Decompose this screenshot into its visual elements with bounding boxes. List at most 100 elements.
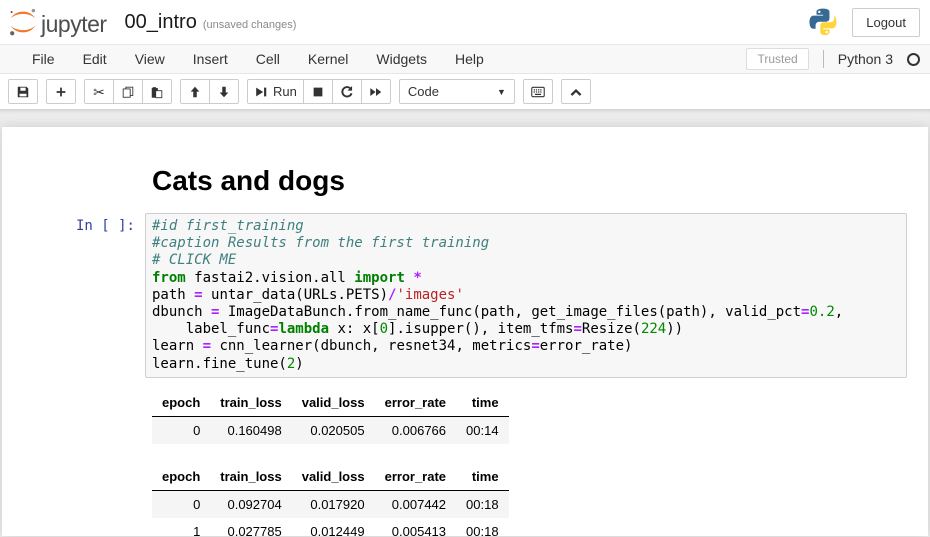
kernel-idle-icon (907, 53, 920, 66)
table-cell: 0.012449 (292, 518, 375, 536)
chevron-up-icon (569, 85, 583, 99)
cut-button[interactable]: ✂ (84, 79, 114, 104)
menu-item-view[interactable]: View (121, 45, 179, 73)
column-header: time (456, 464, 509, 491)
notebook-title[interactable]: 00_intro (125, 11, 197, 34)
code-line: learn = cnn_learner(dbunch, resnet34, me… (152, 338, 900, 355)
table-cell: 0.017920 (292, 490, 375, 518)
table-cell: 00:18 (456, 490, 509, 518)
table-cell: 0.092704 (210, 490, 291, 518)
markdown-cell[interactable]: Cats and dogs (2, 165, 928, 197)
logo-text: jupyter (41, 11, 107, 37)
jupyter-logo-icon (8, 7, 38, 37)
move-down-icon (217, 85, 231, 99)
table-cell: 0.006766 (375, 416, 456, 444)
code-area[interactable]: #id first_training#caption Results from … (152, 218, 900, 373)
menu-item-insert[interactable]: Insert (179, 45, 242, 73)
code-line: dbunch = ImageDataBunch.from_name_func(p… (152, 304, 900, 321)
table-cell: 0.005413 (375, 518, 456, 536)
column-header: epoch (152, 464, 210, 491)
input-prompt: In [ ]: (2, 213, 145, 378)
add-cell-icon (54, 85, 68, 99)
restart-run-all-button[interactable] (361, 79, 391, 104)
cut-icon: ✂ (93, 85, 105, 99)
menu-item-file[interactable]: File (18, 45, 69, 73)
move-up-button[interactable] (180, 79, 210, 104)
checkpoint-status: (unsaved changes) (203, 13, 297, 31)
code-line: learn.fine_tune(2) (152, 356, 900, 373)
save-button[interactable] (8, 79, 38, 104)
collapse-toolbar-button[interactable] (561, 79, 591, 104)
table-header-row: epochtrain_lossvalid_losserror_ratetime (152, 464, 509, 491)
chevron-down-icon: ▼ (497, 87, 506, 97)
command-palette-button[interactable] (523, 79, 553, 104)
code-line: label_func=lambda x: x[0].isupper(), ite… (152, 321, 900, 338)
code-line: path = untar_data(URLs.PETS)/'images' (152, 287, 900, 304)
table-row: 00.0927040.0179200.00744200:18 (152, 490, 509, 518)
move-up-icon (188, 85, 202, 99)
table-cell: 00:18 (456, 518, 509, 536)
menu-item-kernel[interactable]: Kernel (294, 45, 362, 73)
site-background: Cats and dogs In [ ]: #id first_training… (0, 109, 930, 536)
run-icon (254, 85, 268, 99)
table-header-row: epochtrain_lossvalid_losserror_ratetime (152, 390, 509, 417)
section-heading: Cats and dogs (145, 165, 928, 197)
code-line: #caption Results from the first training (152, 235, 900, 252)
table-cell: 0 (152, 490, 210, 518)
menu-item-edit[interactable]: Edit (69, 45, 121, 73)
table-cell: 0.007442 (375, 490, 456, 518)
copy-icon (121, 85, 135, 99)
restart-run-all-icon (369, 85, 383, 99)
table-cell: 0.160498 (210, 416, 291, 444)
table-cell: 0 (152, 416, 210, 444)
table-cell: 00:14 (456, 416, 509, 444)
stop-icon (311, 85, 325, 99)
code-line: #id first_training (152, 218, 900, 235)
move-down-button[interactable] (209, 79, 239, 104)
cell-type-select[interactable]: Code ▼ (399, 79, 515, 104)
jupyter-logo[interactable]: jupyter (8, 7, 107, 37)
restart-icon (340, 85, 354, 99)
column-header: valid_loss (292, 390, 375, 417)
table-row: 00.1604980.0205050.00676600:14 (152, 416, 509, 444)
output-area: epochtrain_lossvalid_losserror_ratetime0… (2, 390, 928, 536)
column-header: error_rate (375, 464, 456, 491)
code-cell[interactable]: In [ ]: #id first_training#caption Resul… (2, 213, 928, 378)
menu-divider (823, 50, 824, 68)
menubar: FileEditViewInsertCellKernelWidgetsHelp … (0, 44, 930, 74)
keyboard-icon (531, 85, 545, 99)
trusted-button[interactable]: Trusted (746, 48, 808, 70)
table-cell: 0.027785 (210, 518, 291, 536)
table-cell: 0.020505 (292, 416, 375, 444)
cell-type-value: Code (408, 84, 439, 99)
paste-button[interactable] (142, 79, 172, 104)
copy-button[interactable] (113, 79, 143, 104)
column-header: valid_loss (292, 464, 375, 491)
header: jupyter 00_intro (unsaved changes) Logou… (0, 0, 930, 44)
restart-button[interactable] (332, 79, 362, 104)
column-header: train_loss (210, 464, 291, 491)
column-header: time (456, 390, 509, 417)
stop-button[interactable] (303, 79, 333, 104)
output-table: epochtrain_lossvalid_losserror_ratetime0… (152, 464, 509, 536)
column-header: error_rate (375, 390, 456, 417)
column-header: train_loss (210, 390, 291, 417)
run-button[interactable]: Run (247, 79, 304, 104)
code-input-area[interactable]: #id first_training#caption Results from … (145, 213, 907, 378)
add-cell-button[interactable] (46, 79, 76, 104)
menu-item-cell[interactable]: Cell (242, 45, 294, 73)
notebook-container: Cats and dogs In [ ]: #id first_training… (2, 127, 928, 536)
code-line: from fastai2.vision.all import * (152, 270, 900, 287)
table-cell: 1 (152, 518, 210, 536)
kernel-name: Python 3 (838, 51, 893, 67)
menu-item-help[interactable]: Help (441, 45, 498, 73)
menu-items: FileEditViewInsertCellKernelWidgetsHelp (18, 45, 498, 73)
logout-button[interactable]: Logout (852, 8, 920, 37)
code-line: # CLICK ME (152, 252, 900, 269)
python-logo-icon (808, 7, 838, 37)
table-row: 10.0277850.0124490.00541300:18 (152, 518, 509, 536)
run-label: Run (273, 84, 297, 99)
menu-item-widgets[interactable]: Widgets (362, 45, 441, 73)
save-icon (16, 85, 30, 99)
paste-icon (150, 85, 164, 99)
